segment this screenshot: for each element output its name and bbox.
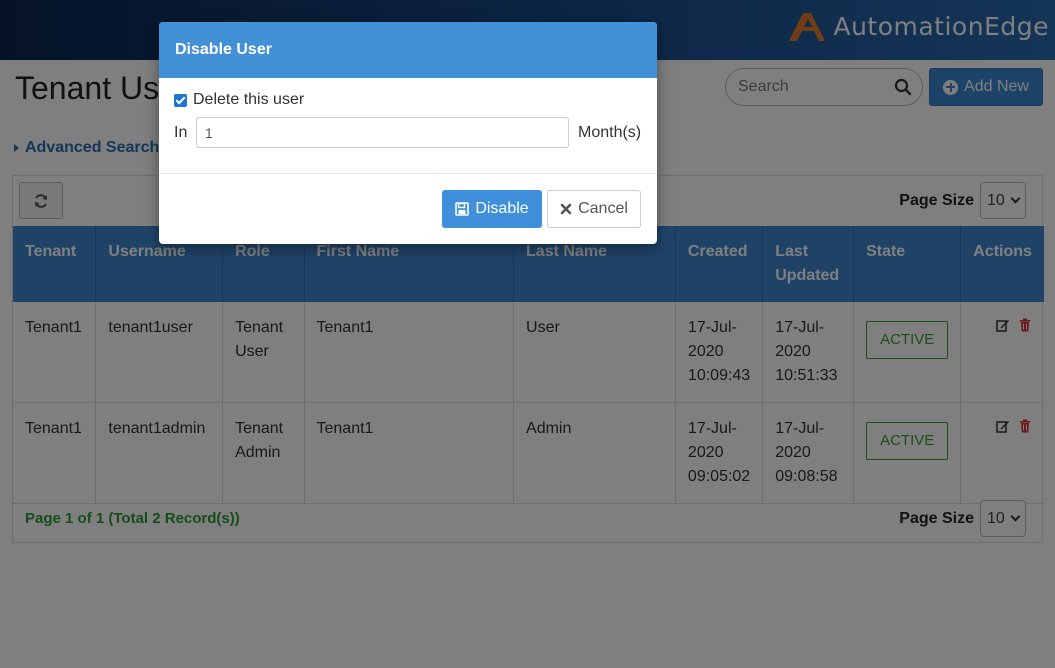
modal-title: Disable User bbox=[159, 22, 657, 78]
disable-label: Disable bbox=[475, 200, 529, 217]
delete-user-checkbox[interactable] bbox=[174, 93, 187, 107]
months-label: Month(s) bbox=[578, 123, 642, 141]
modal-body: Delete this user In 1 Month(s) bbox=[159, 78, 657, 174]
in-label: In bbox=[174, 123, 188, 141]
months-row: In 1 Month(s) bbox=[174, 117, 642, 148]
delete-user-option: Delete this user bbox=[174, 91, 642, 109]
save-icon bbox=[455, 202, 470, 216]
disable-button[interactable]: Disable bbox=[442, 190, 542, 228]
months-input[interactable]: 1 bbox=[196, 117, 569, 148]
disable-user-modal: Disable User Delete this user In 1 Month… bbox=[159, 22, 657, 244]
delete-user-label[interactable]: Delete this user bbox=[193, 91, 304, 109]
close-icon bbox=[560, 203, 572, 215]
modal-footer: Disable Cancel bbox=[159, 174, 657, 244]
cancel-label: Cancel bbox=[578, 200, 628, 217]
cancel-button[interactable]: Cancel bbox=[547, 190, 641, 228]
